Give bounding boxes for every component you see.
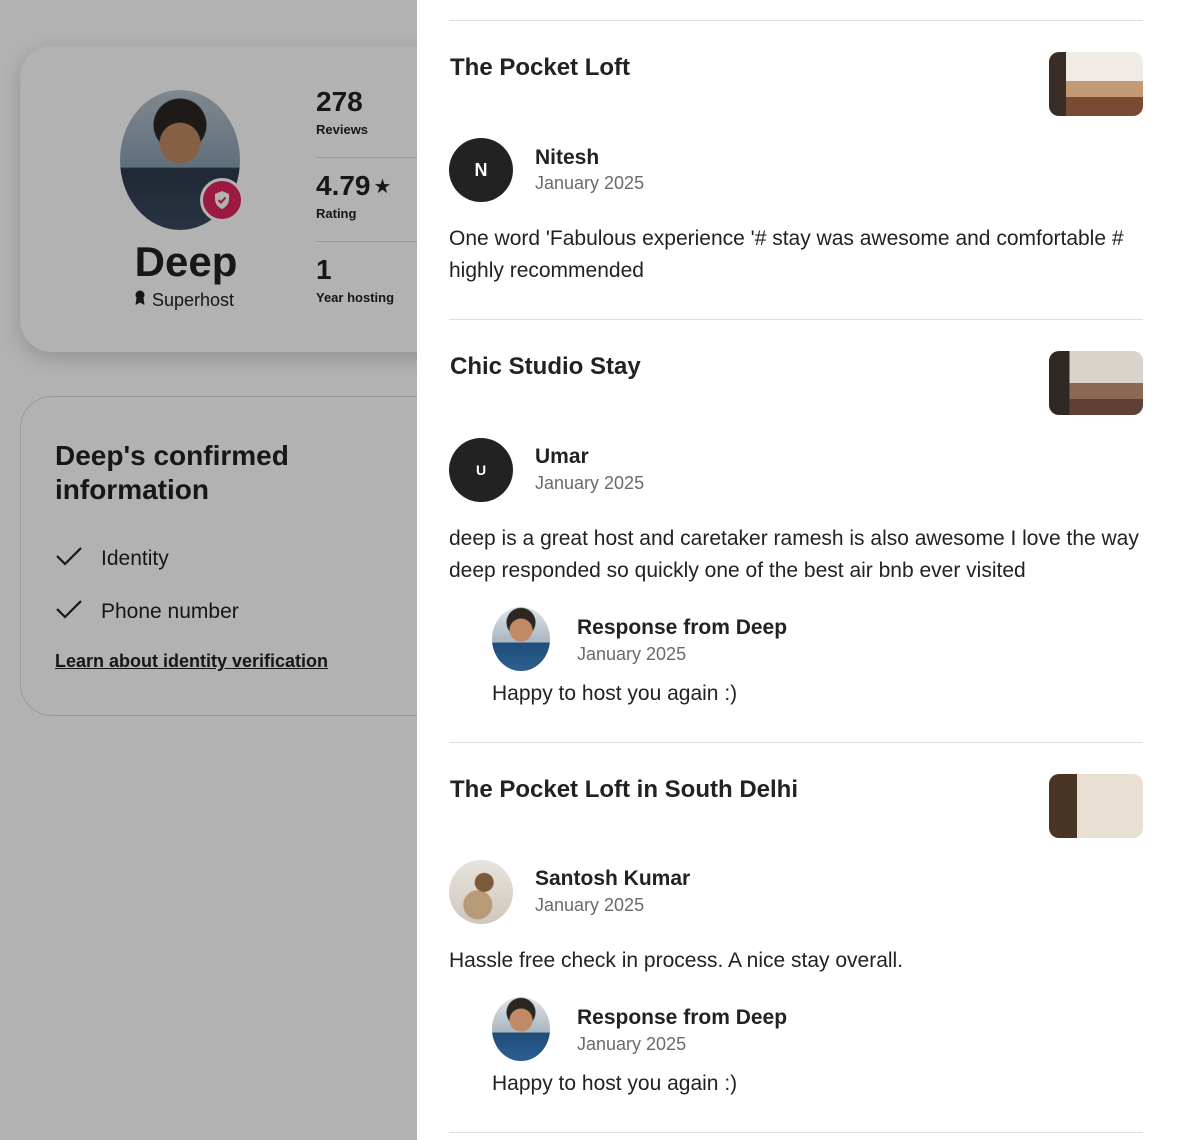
reviews-modal: The Pocket Loft N Nitesh January 2025 On… bbox=[417, 0, 1174, 1140]
host-response-avatar bbox=[492, 997, 550, 1061]
review-date: January 2025 bbox=[535, 173, 645, 193]
divider bbox=[449, 742, 1143, 743]
divider bbox=[449, 319, 1143, 320]
response-title: Response from Deep bbox=[577, 1006, 788, 1029]
response-text: Happy to host you again :) bbox=[492, 1072, 738, 1095]
reviewer-avatar[interactable]: U bbox=[449, 438, 513, 502]
review-text: One word 'Fabulous experience '# stay wa… bbox=[449, 227, 1124, 282]
reviewer-name: Nitesh bbox=[535, 146, 600, 169]
reviewer-name: Umar bbox=[535, 445, 589, 468]
response-title: Response from Deep bbox=[577, 616, 788, 639]
review-date: January 2025 bbox=[535, 895, 645, 915]
host-response-avatar bbox=[492, 607, 550, 671]
listing-thumbnail[interactable] bbox=[1049, 351, 1143, 415]
listing-title[interactable]: Chic Studio Stay bbox=[450, 353, 641, 381]
divider bbox=[449, 20, 1143, 21]
response-date: January 2025 bbox=[577, 644, 687, 664]
listing-thumbnail[interactable] bbox=[1049, 774, 1143, 838]
review-text: deep is a great host and caretaker rames… bbox=[449, 527, 1139, 582]
background-edge bbox=[1174, 0, 1182, 1140]
review-text: Hassle free check in process. A nice sta… bbox=[449, 949, 904, 972]
reviewer-name: Santosh Kumar bbox=[535, 867, 691, 890]
response-text: Happy to host you again :) bbox=[492, 682, 738, 705]
response-date: January 2025 bbox=[577, 1034, 687, 1054]
listing-title[interactable]: The Pocket Loft in South Delhi bbox=[450, 776, 798, 804]
reviewer-avatar[interactable]: N bbox=[449, 138, 513, 202]
reviewer-avatar[interactable] bbox=[449, 860, 513, 924]
review-date: January 2025 bbox=[535, 473, 645, 493]
listing-title[interactable]: The Pocket Loft bbox=[450, 54, 630, 82]
listing-thumbnail[interactable] bbox=[1049, 52, 1143, 116]
divider bbox=[449, 1132, 1143, 1133]
